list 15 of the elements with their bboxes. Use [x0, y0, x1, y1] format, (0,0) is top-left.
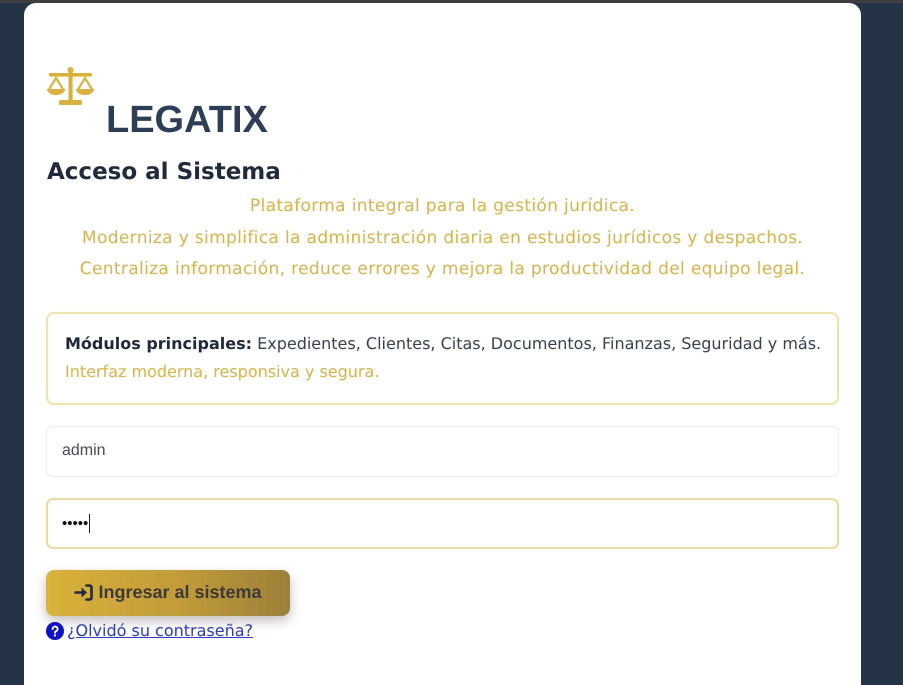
page-heading: Acceso al Sistema: [47, 158, 282, 187]
tagline-text: Centraliza información, reduce errores y mejora la productividad del equipo legal.: [80, 258, 806, 281]
help-icon: [46, 622, 64, 640]
password-field[interactable]: •••••: [46, 498, 839, 548]
brand-name: LEGATIX: [106, 101, 268, 139]
tagline-text: Moderniza y simplifica la administración diaria en estudios jurídicos y despachos.: [82, 226, 804, 250]
login-button[interactable]: Ingresar al sistema: [46, 570, 290, 616]
sign-in-icon: [74, 584, 94, 601]
features-note: Interfaz moderna, responsiva y segura.: [65, 360, 380, 382]
forgot-password-link[interactable]: ¿Olvidó su contraseña?: [46, 620, 254, 640]
modules-text: Módulos principales: Expedientes, Clientes, Citas, Documentos, Finanzas, Seguridad y más.: [65, 332, 822, 354]
username-field[interactable]: admin: [46, 426, 839, 476]
text-cursor-icon: [89, 514, 90, 532]
tagline-text: Plataforma integral para la gestión jurídica.: [250, 195, 636, 218]
scales-icon: [46, 67, 95, 105]
